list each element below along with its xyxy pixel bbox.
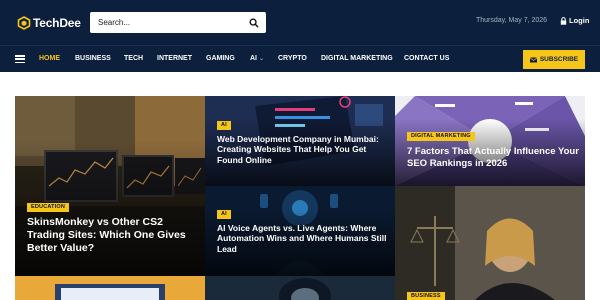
hamburger-icon[interactable] <box>15 55 25 64</box>
subscribe-button[interactable]: SUBSCRIBE <box>523 50 585 69</box>
main-nav: HOME BUSINESS TECH INTERNET GAMING AI ⌄ C… <box>0 45 600 72</box>
nav-item-home[interactable]: HOME <box>39 55 60 62</box>
login-link[interactable]: Login <box>560 16 589 25</box>
nav-item-crypto[interactable]: CRYPTO <box>278 55 307 62</box>
laptop-image <box>15 276 205 300</box>
nav-item-business[interactable]: BUSINESS <box>75 55 111 62</box>
hacker-image <box>205 276 395 300</box>
article-card-seo[interactable]: DIGITAL MARKETING 7 Factors That Actuall… <box>395 96 585 186</box>
article-title[interactable]: AI Voice Agents vs. Live Agents: Where A… <box>217 223 387 254</box>
article-card-business[interactable]: BUSINESS <box>395 186 585 300</box>
nav-item-tech[interactable]: TECH <box>124 55 143 62</box>
top-header: TechDee Thursday, May 7, 2026 Login <box>0 0 600 45</box>
search-input[interactable] <box>90 12 242 33</box>
nav-item-contact-us[interactable]: CONTACT US <box>404 55 449 62</box>
nav-item-digital-marketing[interactable]: DIGITAL MARKETING <box>321 55 393 62</box>
nav-item-gaming[interactable]: GAMING <box>206 55 235 62</box>
article-title[interactable]: Web Development Company in Mumbai: Creat… <box>217 134 387 165</box>
nav-item-ai-label: AI <box>250 55 257 62</box>
category-badge[interactable]: BUSINESS <box>407 292 445 300</box>
article-card-bottom-middle[interactable] <box>205 276 395 300</box>
category-badge[interactable]: EDUCATION <box>27 203 70 212</box>
article-card-bottom-left[interactable] <box>15 276 205 300</box>
article-card-featured[interactable]: EDUCATION SkinsMonkey vs Other CS2 Tradi… <box>15 96 205 276</box>
article-title[interactable]: SkinsMonkey vs Other CS2 Trading Sites: … <box>27 216 199 254</box>
hexagon-logo-icon <box>17 15 31 30</box>
subscribe-label: SUBSCRIBE <box>539 56 579 63</box>
nav-item-ai[interactable]: AI ⌄ <box>250 55 264 62</box>
category-badge[interactable]: DIGITAL MARKETING <box>407 132 475 141</box>
current-date: Thursday, May 7, 2026 <box>476 17 548 24</box>
login-label: Login <box>569 16 590 25</box>
chevron-down-icon: ⌄ <box>259 56 265 62</box>
lock-icon <box>560 16 567 25</box>
search-icon <box>248 17 259 28</box>
category-badge[interactable]: AI <box>217 210 231 219</box>
site-logo[interactable]: TechDee <box>17 14 81 31</box>
envelope-icon <box>529 56 537 62</box>
site-name: TechDee <box>33 15 81 30</box>
category-badge[interactable]: AI <box>217 121 231 130</box>
nav-item-internet[interactable]: INTERNET <box>157 55 192 62</box>
article-card-web-dev[interactable]: AI Web Development Company in Mumbai: Cr… <box>205 96 395 186</box>
search-box <box>90 12 266 33</box>
search-button[interactable] <box>248 17 259 28</box>
business-scales-image <box>395 186 585 300</box>
article-title[interactable]: 7 Factors That Actually Influence Your S… <box>407 146 579 169</box>
article-card-ai-voice[interactable]: AI AI Voice Agents vs. Live Agents: Wher… <box>205 186 395 276</box>
